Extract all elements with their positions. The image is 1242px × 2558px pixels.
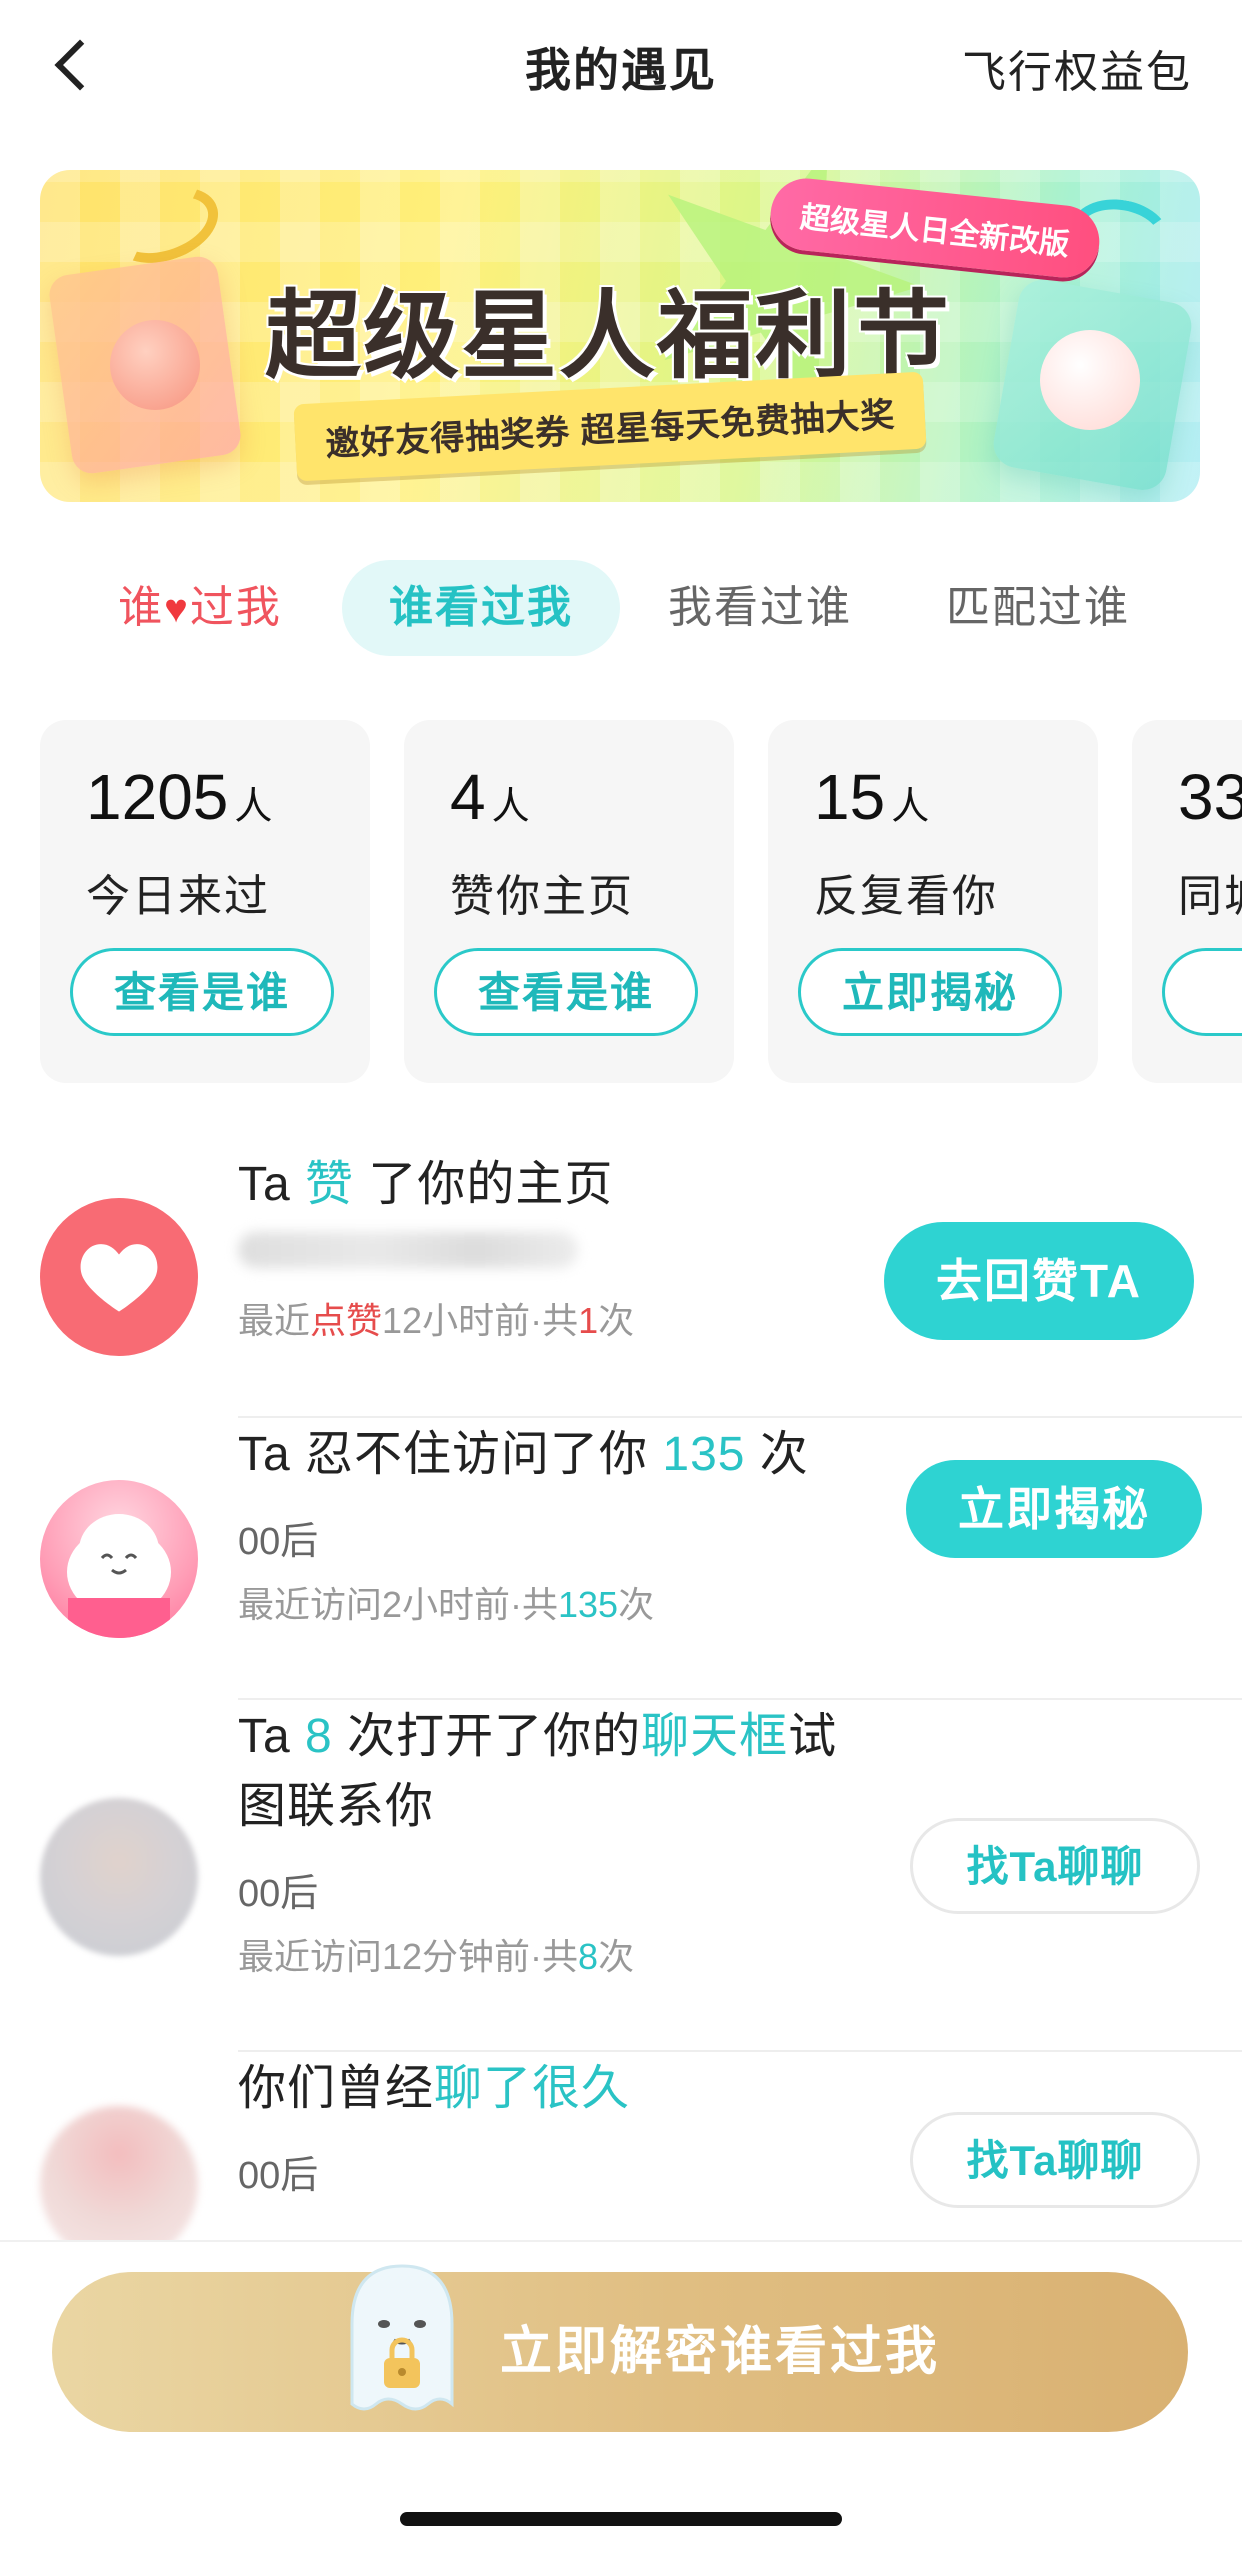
reveal-button[interactable]: 立即揭秘 xyxy=(906,1460,1202,1558)
tab-who-liked-me[interactable]: 谁♥过我 xyxy=(80,560,320,656)
tab-label: 谁 xyxy=(118,583,165,632)
avatar xyxy=(40,1480,198,1638)
see-who-button[interactable]: 查看是谁 xyxy=(434,948,698,1036)
cta-label: 立即解密谁看过我 xyxy=(500,2323,941,2381)
divider xyxy=(238,2050,1242,2052)
stat-unit: 人 xyxy=(891,786,930,828)
chat-button[interactable]: 找Ta聊聊 xyxy=(910,1818,1200,1914)
visitor-list: Ta 赞 了你的主页 最近点赞12小时前·共1次 去回赞TA Ta 忍不住访问了… xyxy=(0,1150,1242,2240)
list-item[interactable]: Ta 8 次打开了你的聊天框试 图联系你 00后 最近访问12分钟前·共8次 找… xyxy=(0,1702,1242,2054)
list-item-meta: 最近访问2小时前·共135次 xyxy=(238,1584,655,1625)
tab-bar: 谁♥过我 谁看过我 我看过谁 匹配过谁 xyxy=(0,560,1242,660)
promo-banner[interactable]: 超级星人日全新改版 超级星人福利节 邀好友得抽奖券 超星每天免费抽大奖 xyxy=(40,170,1200,502)
stat-label: 反复看你 xyxy=(814,872,998,921)
unlock-viewers-button[interactable]: 立即解密谁看过我 xyxy=(52,2264,1188,2432)
stat-unit: 人 xyxy=(234,786,273,828)
stat-card-likes: 4人 赞你主页 查看是谁 xyxy=(404,720,734,1083)
stat-card-same-city: 33 同城 查 xyxy=(1132,720,1242,1083)
top-nav-bar: 我的遇见 飞行权益包 xyxy=(0,0,1242,135)
tab-who-i-matched[interactable]: 匹配过谁 xyxy=(918,560,1158,656)
list-item[interactable]: Ta 忍不住访问了你 135 次 00后 最近访问2小时前·共135次 立即揭秘 xyxy=(0,1420,1242,1702)
reveal-button[interactable]: 立即揭秘 xyxy=(798,948,1062,1036)
chat-button[interactable]: 找Ta聊聊 xyxy=(910,2112,1200,2208)
list-item[interactable]: Ta 赞 了你的主页 最近点赞12小时前·共1次 去回赞TA xyxy=(0,1150,1242,1420)
avatar xyxy=(40,1198,198,1356)
stat-label: 同城 xyxy=(1178,872,1242,921)
toy-figure-image xyxy=(110,320,200,410)
divider xyxy=(238,1416,1242,1418)
see-who-button[interactable]: 查看是谁 xyxy=(70,948,334,1036)
list-item-age: 00后 xyxy=(238,1873,319,1915)
stats-carousel[interactable]: 1205 人 今日来过 查看是谁 4人 赞你主页 查看是谁 15 人 反复看你 立即… xyxy=(0,720,1242,1085)
like-back-button[interactable]: 去回赞TA xyxy=(884,1222,1194,1340)
divider xyxy=(238,1698,1242,1700)
heart-icon: ♥ xyxy=(164,587,190,631)
stat-unit: 人 xyxy=(491,786,530,828)
heart-icon xyxy=(80,1244,158,1312)
tab-who-viewed-me[interactable]: 谁看过我 xyxy=(342,560,620,656)
list-item[interactable]: 你们曾经聊了很久 00后 找Ta聊聊 xyxy=(0,2054,1242,2240)
list-item-title: Ta 忍不住访问了你 135 次 xyxy=(238,1428,809,1481)
home-indicator xyxy=(400,2512,842,2526)
stat-number: 33 xyxy=(1178,761,1242,833)
stat-number: 15 人 xyxy=(814,761,930,833)
avatar xyxy=(40,2106,198,2240)
ghost-lock-icon xyxy=(350,2264,454,2411)
cat-figure-image xyxy=(1040,330,1140,430)
stat-label: 赞你主页 xyxy=(450,872,634,921)
avatar xyxy=(40,1798,198,1956)
blurred-profile-info xyxy=(238,1232,578,1268)
list-item-title: Ta 8 次打开了你的聊天框试 图联系你 xyxy=(238,1710,838,1833)
stat-label: 今日来过 xyxy=(86,872,270,921)
see-who-button[interactable]: 查 xyxy=(1162,948,1242,1036)
tab-who-i-viewed[interactable]: 我看过谁 xyxy=(640,560,880,656)
list-item-age: 00后 xyxy=(238,2155,319,2197)
ghost-icon xyxy=(67,1514,171,1638)
list-item-meta: 最近访问12分钟前·共8次 xyxy=(238,1936,635,1977)
list-item-title: Ta 赞 了你的主页 xyxy=(238,1158,614,1211)
tab-label: 过我 xyxy=(189,583,282,632)
stat-card-today-visits: 1205 人 今日来过 查看是谁 xyxy=(40,720,370,1083)
bottom-action-area: 立即解密谁看过我 xyxy=(0,2240,1242,2558)
stat-number: 4人 xyxy=(450,761,530,833)
stat-card-repeat-views: 15 人 反复看你 立即揭秘 xyxy=(768,720,1098,1083)
flight-benefits-link[interactable]: 飞行权益包 xyxy=(962,36,1192,100)
list-item-title: 你们曾经聊了很久 xyxy=(238,2062,631,2115)
stat-number: 1205 人 xyxy=(86,761,273,833)
list-item-age: 00后 xyxy=(238,1521,319,1563)
list-item-meta: 最近点赞12小时前·共1次 xyxy=(238,1300,635,1341)
